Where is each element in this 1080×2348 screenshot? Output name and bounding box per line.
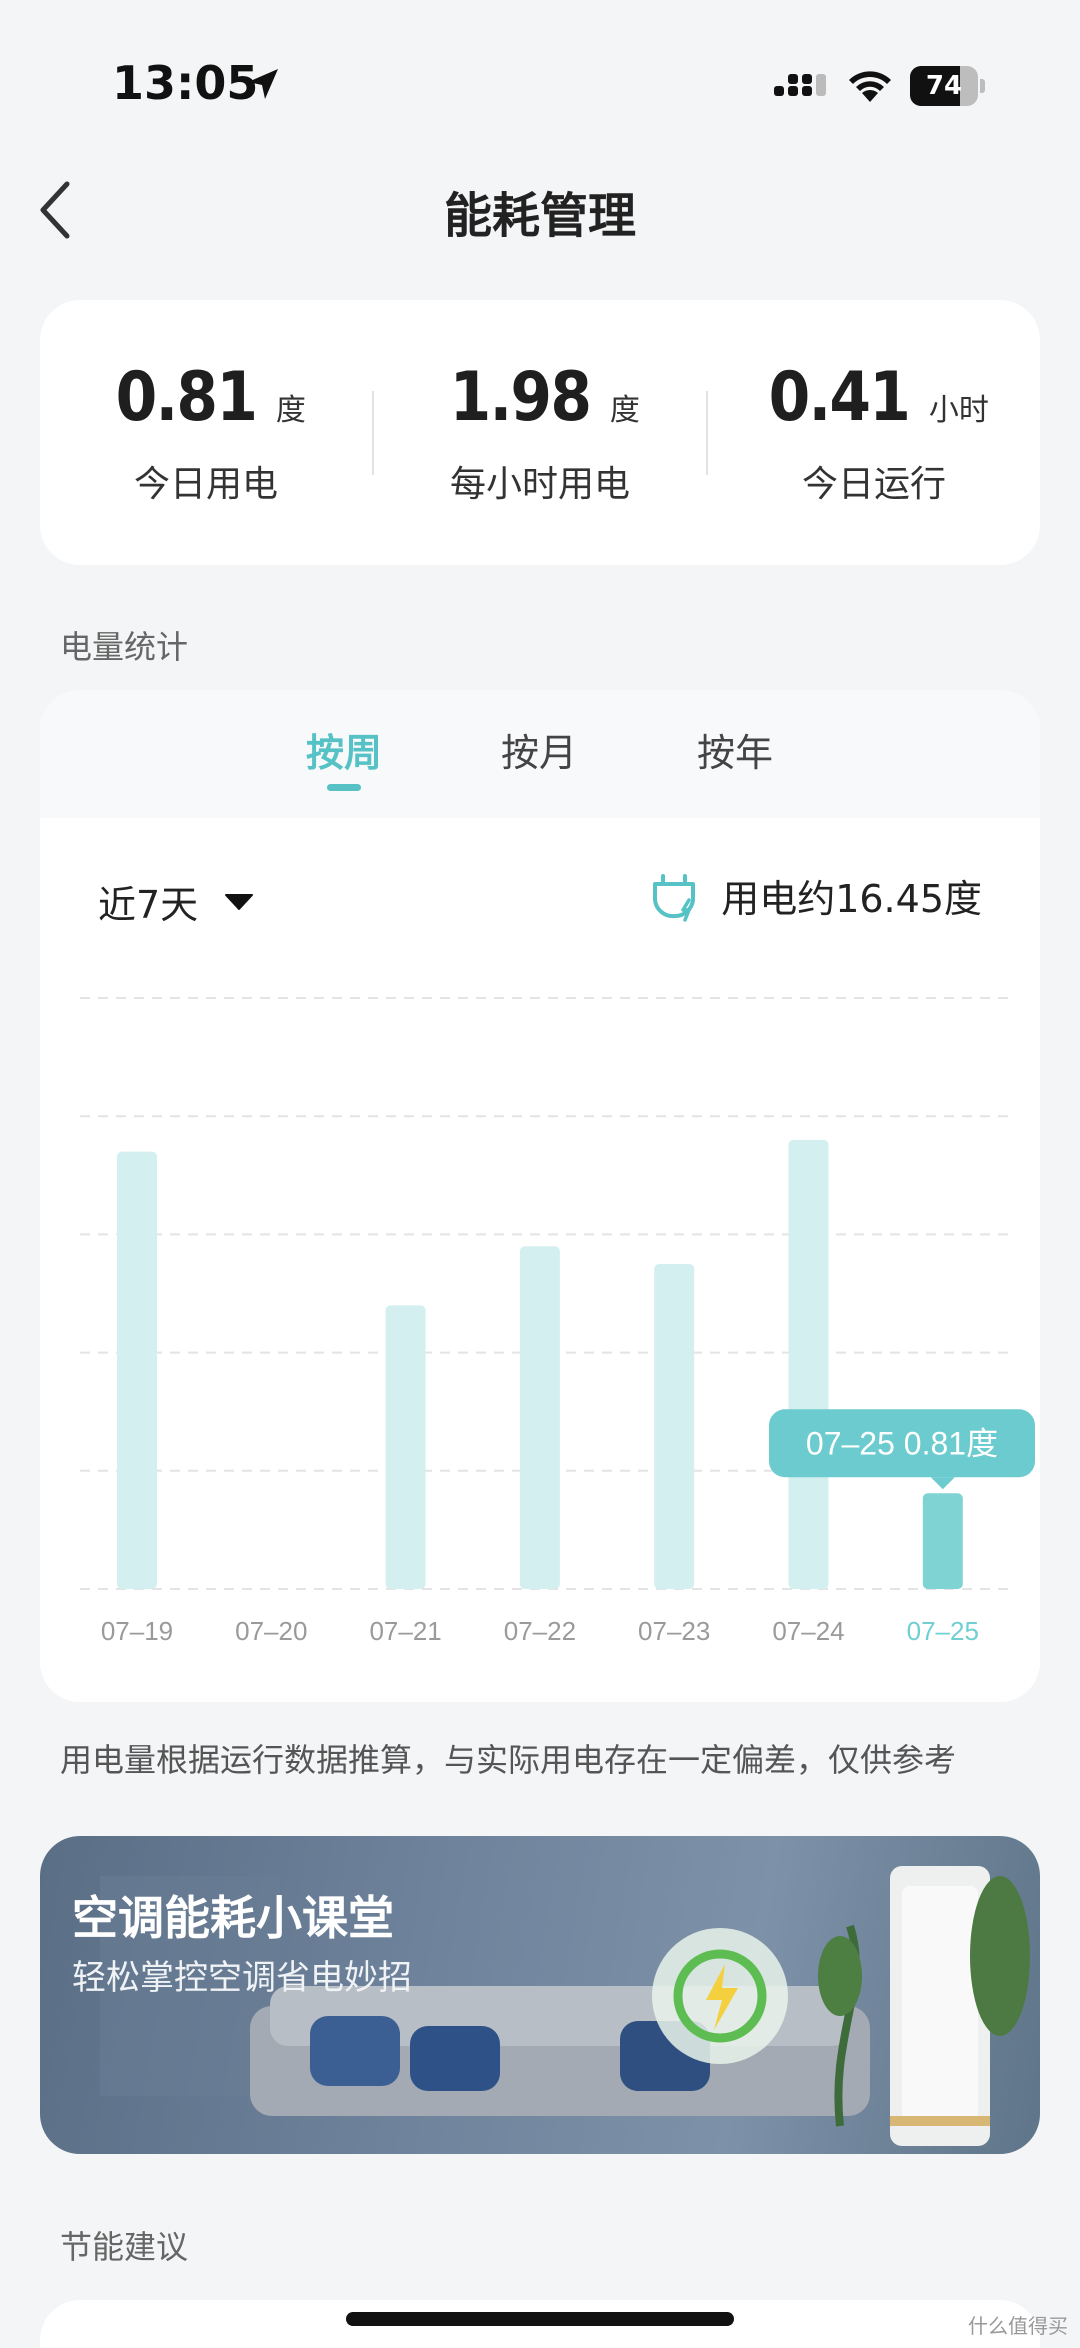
energy-class-banner[interactable]: 空调能耗小课堂 轻松掌控空调省电妙招 <box>40 1836 1040 2154</box>
banner-title: 空调能耗小课堂 <box>72 1891 394 1945</box>
battery-icon: 74 <box>910 66 985 106</box>
usage-bar-chart: 07–19 07–20 07–21 07–22 07–23 07–24 07–25 07–25… <box>80 997 1035 1646</box>
chart-bar[interactable] <box>385 1305 426 1589</box>
summary-card: 0.81 度 今日用电 1.98 度 每小时用电 0.41 小时 今日运行 <box>40 300 1040 565</box>
status-time: 13:05 <box>112 56 259 110</box>
stat-hourly-usage: 1.98 度 每小时用电 <box>374 358 706 507</box>
stat-unit: 度 <box>275 393 306 428</box>
banner-subtitle: 轻松掌控空调省电妙招 <box>72 1958 412 1998</box>
watermark: 什么值得买 <box>968 2314 1068 2338</box>
section-title-tips: 节能建议 <box>60 2228 189 2266</box>
stat-today-usage: 0.81 度 今日用电 <box>40 358 372 507</box>
tab-week[interactable]: 按周 <box>274 722 414 777</box>
stat-unit: 度 <box>609 393 640 428</box>
tab-bar: 按周 按月 按年 <box>40 690 1040 818</box>
section-title-stats: 电量统计 <box>60 628 189 666</box>
tab-year[interactable]: 按年 <box>665 722 805 777</box>
page-title: 能耗管理 <box>443 188 636 244</box>
stat-value: 0.41 <box>768 358 911 437</box>
x-tick-label: 07–24 <box>772 1616 844 1646</box>
stat-unit: 小时 <box>928 393 989 428</box>
battery-percent: 74 <box>925 71 963 101</box>
chart-bar[interactable] <box>519 1246 560 1589</box>
x-tick-label: 07–23 <box>638 1616 710 1646</box>
home-indicator <box>346 2312 734 2326</box>
location-arrow-icon <box>248 69 278 99</box>
signal-icon <box>774 74 826 96</box>
stat-label: 今日用电 <box>133 464 278 505</box>
x-tick-label: 07–22 <box>504 1616 576 1646</box>
stat-label: 每小时用电 <box>449 464 630 505</box>
tooltip-text: 07–25 0.81度 <box>806 1425 998 1461</box>
stat-value: 1.98 <box>449 358 592 437</box>
wifi-icon <box>849 71 891 102</box>
x-tick-label: 07–25 <box>907 1616 979 1646</box>
footnote: 用电量根据运行数据推算，与实际用电存在一定偏差，仅供参考 <box>60 1741 957 1779</box>
stat-today-runtime: 0.41 小时 今日运行 <box>708 358 1040 507</box>
chart-bar[interactable] <box>654 1263 695 1589</box>
stat-value: 0.81 <box>115 358 258 437</box>
chart-card: 按周 按月 按年 近7天 用电约16.45度 07–19 07–20 07–21 07… <box>40 690 1040 1702</box>
chart-body: 近7天 用电约16.45度 07–19 07–20 07–21 07–22 07–23 0… <box>40 818 1040 1702</box>
x-tick-label: 07–21 <box>369 1616 441 1646</box>
status-bar: 13:05 74 <box>0 0 1080 150</box>
tab-month[interactable]: 按月 <box>469 722 609 777</box>
chart-bar[interactable] <box>922 1493 963 1589</box>
x-tick-label: 07–20 <box>235 1616 307 1646</box>
chart-bar[interactable] <box>788 1139 829 1589</box>
tab-active-indicator <box>327 784 361 791</box>
chart-bar[interactable] <box>117 1151 157 1589</box>
x-tick-label: 07–19 <box>101 1616 173 1646</box>
stat-label: 今日运行 <box>801 464 946 505</box>
